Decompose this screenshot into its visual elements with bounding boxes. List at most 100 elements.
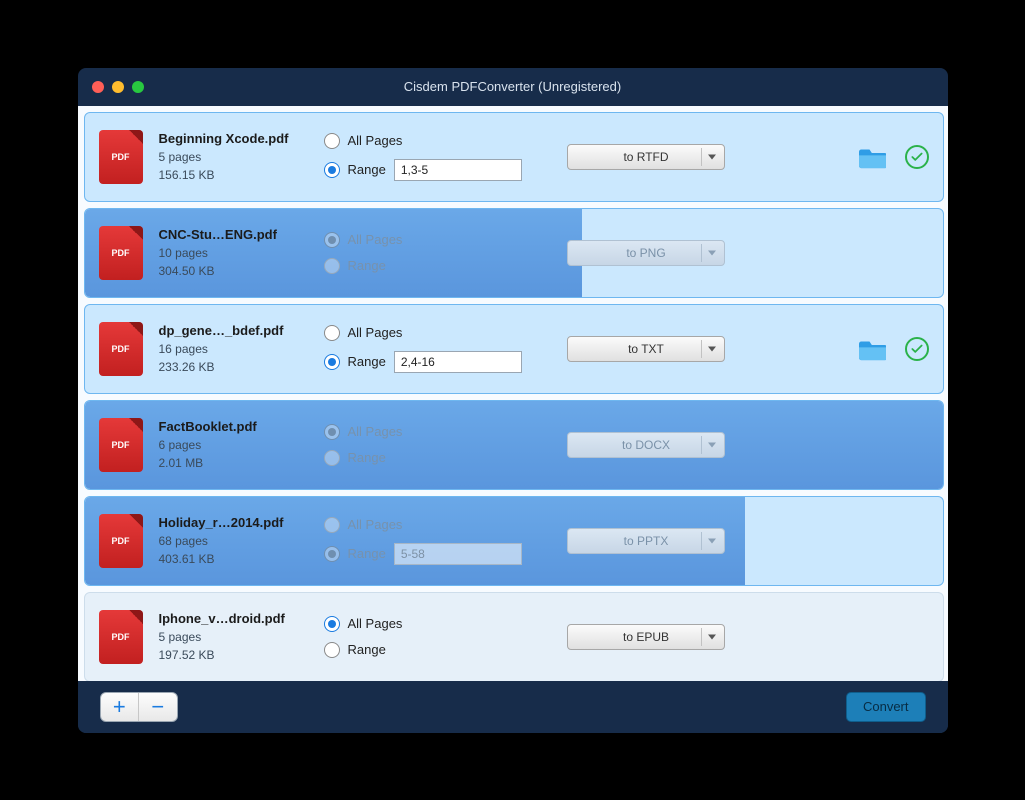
format-select[interactable]: to EPUB — [567, 624, 725, 650]
row-actions — [739, 145, 929, 169]
range-option[interactable]: Range — [324, 450, 554, 466]
format-wrap: to TXT — [554, 336, 739, 362]
all-pages-label: All Pages — [348, 517, 403, 532]
format-label: to EPUB — [623, 630, 669, 644]
all-pages-option[interactable]: All Pages — [324, 424, 554, 440]
all-pages-option[interactable]: All Pages — [324, 517, 554, 533]
pdf-file-icon: PDF — [99, 514, 143, 568]
file-row[interactable]: PDF FactBooklet.pdf 6 pages 2.01 MB All … — [84, 400, 944, 490]
file-size: 304.50 KB — [159, 264, 324, 278]
file-name: FactBooklet.pdf — [159, 419, 324, 434]
minimize-icon[interactable] — [112, 81, 124, 93]
range-label: Range — [348, 546, 386, 561]
add-file-button[interactable]: + — [101, 693, 139, 721]
page-options: All Pages Range — [324, 517, 554, 565]
file-meta: Beginning Xcode.pdf 5 pages 156.15 KB — [159, 131, 324, 182]
range-label: Range — [348, 162, 386, 177]
file-meta: FactBooklet.pdf 6 pages 2.01 MB — [159, 419, 324, 470]
file-list[interactable]: PDF Beginning Xcode.pdf 5 pages 156.15 K… — [78, 106, 948, 681]
radio-icon — [324, 325, 340, 341]
radio-icon — [324, 450, 340, 466]
format-wrap: to PPTX — [554, 528, 739, 554]
range-input[interactable] — [394, 543, 522, 565]
range-option[interactable]: Range — [324, 642, 554, 658]
format-select[interactable]: to RTFD — [567, 144, 725, 170]
file-name: Iphone_v…droid.pdf — [159, 611, 324, 626]
add-remove-group: + − — [100, 692, 178, 722]
file-row[interactable]: PDF CNC-Stu…ENG.pdf 10 pages 304.50 KB A… — [84, 208, 944, 298]
footer-bar: + − Convert — [78, 681, 948, 733]
format-label: to TXT — [628, 342, 664, 356]
range-input[interactable] — [394, 159, 522, 181]
all-pages-label: All Pages — [348, 232, 403, 247]
file-meta: Holiday_r…2014.pdf 68 pages 403.61 KB — [159, 515, 324, 566]
file-row[interactable]: PDF Holiday_r…2014.pdf 68 pages 403.61 K… — [84, 496, 944, 586]
range-option[interactable]: Range — [324, 159, 554, 181]
open-folder-button[interactable] — [859, 338, 887, 360]
radio-icon — [324, 642, 340, 658]
pdf-file-icon: PDF — [99, 226, 143, 280]
file-size: 197.52 KB — [159, 648, 324, 662]
file-name: Beginning Xcode.pdf — [159, 131, 324, 146]
format-select[interactable]: to PNG — [567, 240, 725, 266]
file-size: 2.01 MB — [159, 456, 324, 470]
file-size: 403.61 KB — [159, 552, 324, 566]
page-options: All Pages Range — [324, 232, 554, 274]
range-input[interactable] — [394, 351, 522, 373]
page-options: All Pages Range — [324, 133, 554, 181]
window-controls — [92, 81, 144, 93]
radio-icon — [324, 517, 340, 533]
range-label: Range — [348, 642, 386, 657]
file-meta: dp_gene…_bdef.pdf 16 pages 233.26 KB — [159, 323, 324, 374]
range-option[interactable]: Range — [324, 543, 554, 565]
radio-icon — [324, 424, 340, 440]
page-count: 16 pages — [159, 342, 324, 356]
range-label: Range — [348, 354, 386, 369]
all-pages-option[interactable]: All Pages — [324, 232, 554, 248]
format-label: to RTFD — [623, 150, 668, 164]
all-pages-option[interactable]: All Pages — [324, 616, 554, 632]
all-pages-option[interactable]: All Pages — [324, 325, 554, 341]
format-wrap: to EPUB — [554, 624, 739, 650]
file-size: 233.26 KB — [159, 360, 324, 374]
range-option[interactable]: Range — [324, 258, 554, 274]
all-pages-option[interactable]: All Pages — [324, 133, 554, 149]
page-options: All Pages Range — [324, 424, 554, 466]
pdf-file-icon: PDF — [99, 130, 143, 184]
maximize-icon[interactable] — [132, 81, 144, 93]
remove-file-button[interactable]: − — [139, 693, 177, 721]
page-count: 68 pages — [159, 534, 324, 548]
radio-icon — [324, 354, 340, 370]
range-label: Range — [348, 258, 386, 273]
pdf-file-icon: PDF — [99, 418, 143, 472]
file-size: 156.15 KB — [159, 168, 324, 182]
file-meta: CNC-Stu…ENG.pdf 10 pages 304.50 KB — [159, 227, 324, 278]
pdf-file-icon: PDF — [99, 610, 143, 664]
file-row[interactable]: PDF dp_gene…_bdef.pdf 16 pages 233.26 KB… — [84, 304, 944, 394]
page-count: 10 pages — [159, 246, 324, 260]
file-name: CNC-Stu…ENG.pdf — [159, 227, 324, 242]
format-wrap: to PNG — [554, 240, 739, 266]
convert-button[interactable]: Convert — [846, 692, 926, 722]
open-folder-button[interactable] — [859, 146, 887, 168]
page-count: 5 pages — [159, 150, 324, 164]
file-row[interactable]: PDF Beginning Xcode.pdf 5 pages 156.15 K… — [84, 112, 944, 202]
success-icon — [905, 145, 929, 169]
close-icon[interactable] — [92, 81, 104, 93]
format-select[interactable]: to DOCX — [567, 432, 725, 458]
all-pages-label: All Pages — [348, 424, 403, 439]
file-meta: Iphone_v…droid.pdf 5 pages 197.52 KB — [159, 611, 324, 662]
page-count: 5 pages — [159, 630, 324, 644]
file-row[interactable]: PDF Iphone_v…droid.pdf 5 pages 197.52 KB… — [84, 592, 944, 681]
radio-icon — [324, 616, 340, 632]
range-option[interactable]: Range — [324, 351, 554, 373]
format-select[interactable]: to TXT — [567, 336, 725, 362]
format-wrap: to RTFD — [554, 144, 739, 170]
pdf-file-icon: PDF — [99, 322, 143, 376]
file-name: dp_gene…_bdef.pdf — [159, 323, 324, 338]
all-pages-label: All Pages — [348, 133, 403, 148]
row-actions — [739, 337, 929, 361]
radio-icon — [324, 133, 340, 149]
format-select[interactable]: to PPTX — [567, 528, 725, 554]
app-window: Cisdem PDFConverter (Unregistered) PDF B… — [78, 68, 948, 733]
